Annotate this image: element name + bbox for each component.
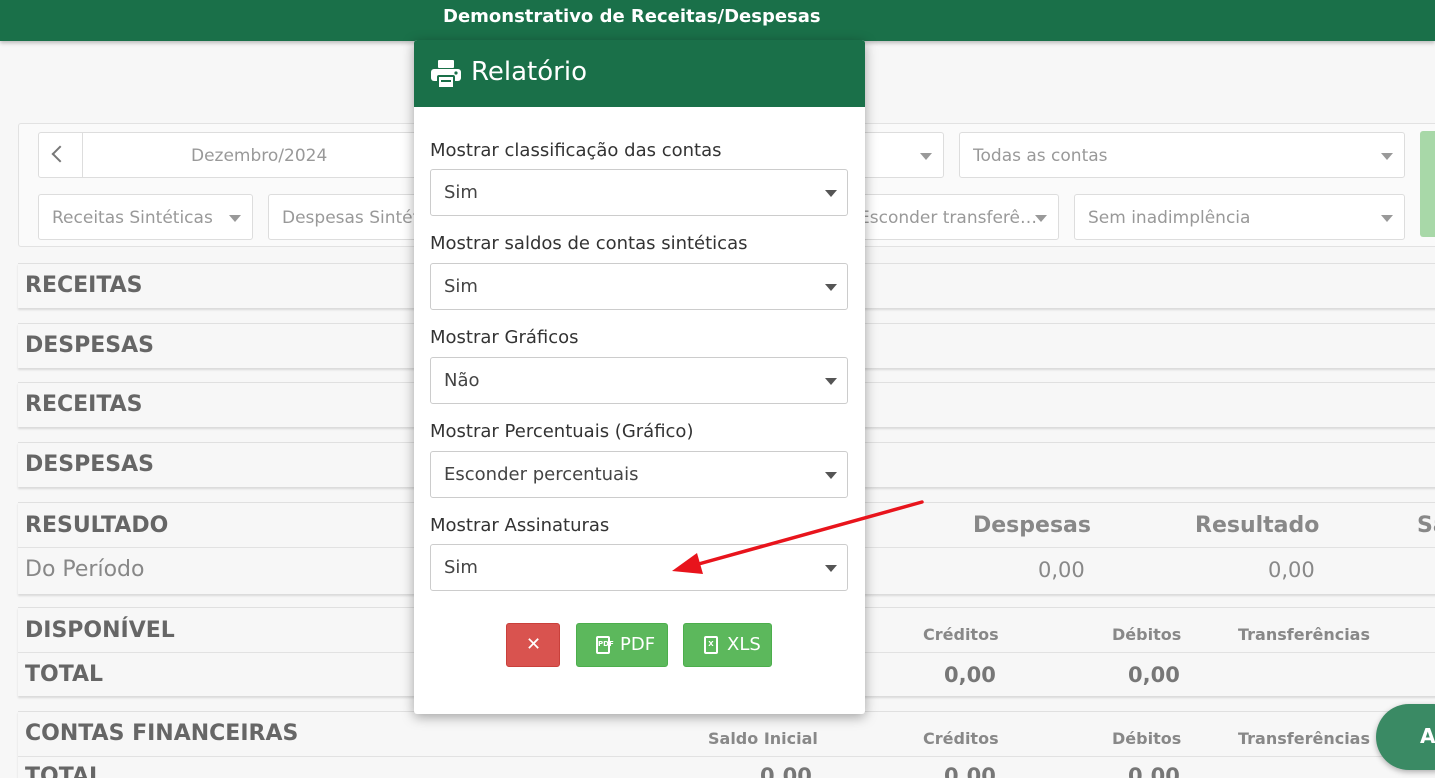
select-value: Não [444,370,480,391]
row-divider [18,756,1435,757]
despesas-filter-value: Despesas Sintéticas [282,208,422,228]
chevron-left-icon [51,145,69,163]
export-pdf-button[interactable]: PDF PDF [576,623,668,667]
caret-down-icon [825,190,837,197]
col-resultado: Resultado [1195,513,1320,538]
inadimplencia-select[interactable]: Sem inadimplência [1074,194,1405,240]
transfer-filter-select[interactable]: Esconder transferências [845,194,1059,240]
action-button[interactable] [1420,131,1435,237]
col-creditos: Créditos [923,625,999,644]
section-title: RECEITAS [25,273,143,298]
select-value: Esconder percentuais [444,464,639,485]
section-title: RECEITAS [25,392,143,417]
select-saldos[interactable]: Sim [430,263,848,310]
report-modal: Relatório Mostrar classificação das cont… [414,40,865,714]
col-debitos: Débitos [1112,625,1182,644]
section-title: DESPESAS [25,452,155,477]
select-percentuais[interactable]: Esconder percentuais [430,451,848,498]
select-classificacao[interactable]: Sim [430,169,848,216]
select-value: Sim [444,182,478,203]
select-assinaturas[interactable]: Sim [430,544,848,591]
row-resultado-value: 0,00 [1268,558,1315,582]
col-despesas: Despesas [973,513,1091,538]
accounts-value: Todas as contas [973,146,1108,166]
section-title: CONTAS FINANCEIRAS [25,721,299,746]
field-label-graficos: Mostrar Gráficos [430,327,579,348]
section-title: RESULTADO [25,513,169,538]
select-value: Sim [444,557,478,578]
select-graficos[interactable]: Não [430,357,848,404]
fab-label: Aplicar [1420,724,1435,748]
section-contas-financeiras: CONTAS FINANCEIRAS Saldo Inicial Crédito… [18,711,1435,778]
field-label-saldos: Mostrar saldos de contas sintéticas [430,233,748,254]
field-label-classificacao: Mostrar classificação das contas [430,140,722,161]
caret-down-icon [920,153,932,160]
page-title: Demonstrativo de Receitas/Despesas [443,6,821,27]
field-label-assinaturas: Mostrar Assinaturas [430,515,610,536]
pdf-label: PDF [620,634,656,655]
transfer-filter-value: Esconder transferências [859,208,1039,228]
col-creditos: Créditos [923,729,999,748]
total-creditos: 0,00 [944,663,996,687]
col-debitos: Débitos [1112,729,1182,748]
caret-down-icon [825,472,837,479]
col-saldo-inicial: Saldo Inicial [708,729,818,748]
despesas-filter-select[interactable]: Despesas Sintéticas [268,194,428,240]
total-saldo-inicial: 0,00 [760,764,812,778]
total-debitos: 0,00 [1128,663,1180,687]
caret-down-icon [825,284,837,291]
section-title: DISPONÍVEL [25,618,175,643]
printer-icon [431,60,461,88]
inadimplencia-value: Sem inadimplência [1088,208,1251,228]
caret-down-icon [229,215,241,222]
total-debitos: 0,00 [1128,764,1180,778]
top-bar: Demonstrativo de Receitas/Despesas [0,0,1435,41]
total-label: TOTAL [25,764,104,778]
close-icon: ✕ [526,634,542,655]
caret-down-icon [1381,215,1393,222]
month-value: Dezembro/2024 [191,146,328,166]
field-label-percentuais: Mostrar Percentuais (Gráfico) [430,421,694,442]
select-value: Sim [444,276,478,297]
caret-down-icon [825,565,837,572]
file-pdf-icon: PDF [596,636,614,654]
section-title: DESPESAS [25,333,155,358]
receitas-filter-value: Receitas Sintéticas [52,208,213,228]
apply-fab-button[interactable]: Aplicar [1376,704,1435,770]
modal-header: Relatório [414,40,865,107]
xls-label: XLS [727,634,761,655]
total-creditos: 0,00 [944,764,996,778]
file-excel-icon: X [704,636,718,654]
col-saldo: Saldo [1417,513,1435,538]
col-transferencias: Transferências [1238,729,1370,748]
row-despesas-value: 0,00 [1038,558,1085,582]
prev-month-button[interactable] [38,132,83,178]
month-field[interactable]: Dezembro/2024 [82,132,442,178]
modal-title: Relatório [471,57,587,87]
caret-down-icon [825,378,837,385]
close-button[interactable]: ✕ [506,623,560,667]
accounts-select[interactable]: Todas as contas [959,132,1405,178]
caret-down-icon [1035,215,1047,222]
export-xls-button[interactable]: X XLS [683,623,772,667]
caret-down-icon [1381,153,1393,160]
total-label: TOTAL [25,662,104,687]
row-label: Do Período [25,557,145,582]
col-transferencias: Transferências [1238,625,1370,644]
period-select[interactable] [860,132,944,178]
receitas-filter-select[interactable]: Receitas Sintéticas [38,194,253,240]
